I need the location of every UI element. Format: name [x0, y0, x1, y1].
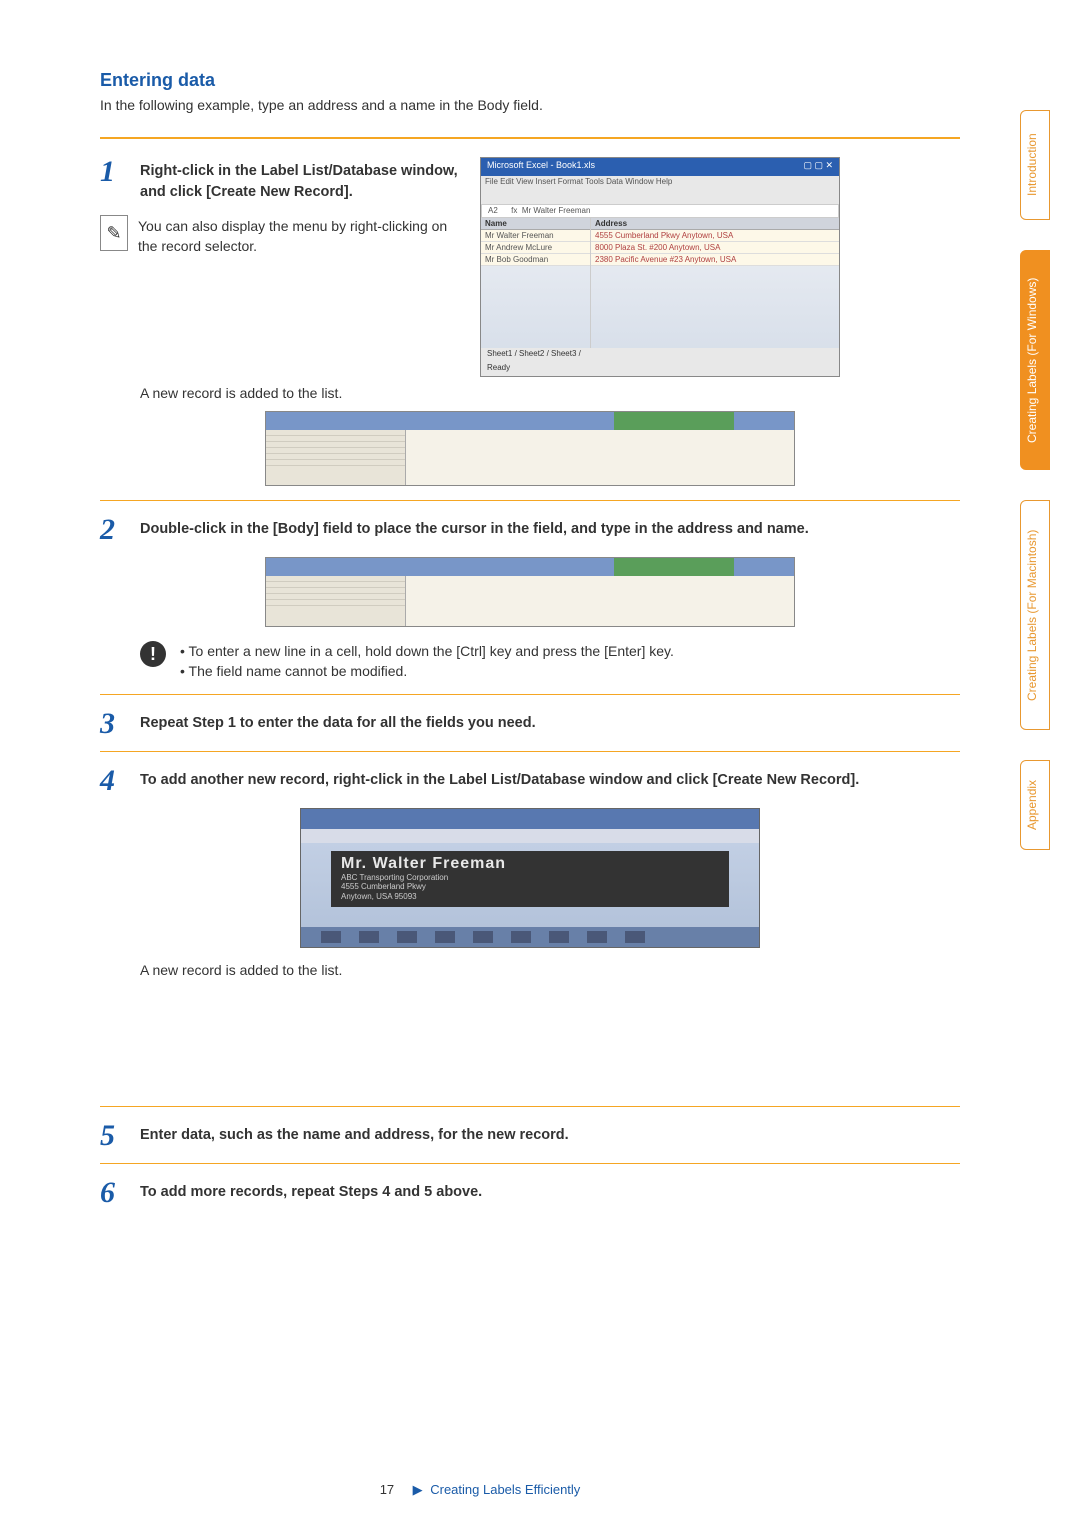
- excel-toolbar: [481, 190, 839, 204]
- excel-formula-value: Mr Walter Freeman: [522, 206, 591, 215]
- page-footer: 17 ▶ Creating Labels Efficiently: [0, 1482, 960, 1498]
- excel-cell: 2380 Pacific Avenue #23 Anytown, USA: [591, 254, 839, 266]
- tab-appendix[interactable]: Appendix: [1020, 760, 1050, 850]
- arrow-icon: ▶: [413, 1482, 423, 1497]
- step-6-text: To add more records, repeat Steps 4 and …: [140, 1182, 960, 1203]
- step-2-text: Double-click in the [Body] field to plac…: [140, 519, 960, 540]
- excel-cell: Mr Walter Freeman: [481, 230, 590, 242]
- excel-header-a: Name: [481, 218, 590, 230]
- step-4: 4 To add another new record, right-click…: [100, 766, 960, 796]
- footer-link[interactable]: Creating Labels Efficiently: [430, 1482, 580, 1497]
- divider: [100, 694, 960, 695]
- step-number: 1: [100, 157, 130, 187]
- excel-cell: 4555 Cumberland Pkwy Anytown, USA: [591, 230, 839, 242]
- step-2: 2 Double-click in the [Body] field to pl…: [100, 515, 960, 545]
- step-number: 3: [100, 709, 130, 739]
- warning-line-2: • The field name cannot be modified.: [180, 661, 674, 681]
- database-screenshot-1: [265, 411, 795, 486]
- divider: [100, 1106, 960, 1107]
- divider: [100, 751, 960, 752]
- excel-cell-ref: A2: [488, 206, 498, 215]
- step-3: 3 Repeat Step 1 to enter the data for al…: [100, 709, 960, 739]
- step-1: 1 Right-click in the Label List/Database…: [100, 157, 460, 203]
- label-preview-line: Anytown, USA 95093: [341, 892, 719, 902]
- label-preview-line: ABC Transporting Corporation: [341, 873, 719, 883]
- step-1-text: Right-click in the Label List/Database w…: [140, 161, 460, 203]
- excel-cell: Mr Bob Goodman: [481, 254, 590, 266]
- label-preview-name: Mr. Walter Freeman: [341, 855, 719, 873]
- step-1-after: A new record is added to the list.: [140, 385, 960, 401]
- tab-creating-labels-macintosh[interactable]: Creating Labels (For Macintosh): [1020, 500, 1050, 730]
- step-number: 5: [100, 1121, 130, 1151]
- label-editor-screenshot: Mr. Walter Freeman ABC Transporting Corp…: [300, 808, 760, 948]
- divider: [100, 500, 960, 501]
- excel-cell: Mr Andrew McLure: [481, 242, 590, 254]
- excel-status: Ready: [487, 363, 510, 372]
- step-4-after: A new record is added to the list.: [140, 962, 960, 978]
- label-preview-line: 4555 Cumberland Pkwy: [341, 882, 719, 892]
- excel-cell: 8000 Plaza St. #200 Anytown, USA: [591, 242, 839, 254]
- note-text: You can also display the menu by right-c…: [138, 215, 460, 256]
- intro-text: In the following example, type an addres…: [100, 97, 960, 113]
- tab-creating-labels-windows[interactable]: Creating Labels (For Windows): [1020, 250, 1050, 470]
- step-number: 4: [100, 766, 130, 796]
- section-title: Entering data: [100, 70, 960, 91]
- step-4-text: To add another new record, right-click i…: [140, 770, 960, 791]
- excel-menu: File Edit View Insert Format Tools Data …: [481, 176, 839, 190]
- step-6: 6 To add more records, repeat Steps 4 an…: [100, 1178, 960, 1208]
- database-screenshot-2: [265, 557, 795, 627]
- step-number: 2: [100, 515, 130, 545]
- step-1-row: 1 Right-click in the Label List/Database…: [100, 157, 960, 377]
- warning-box: ! • To enter a new line in a cell, hold …: [140, 641, 960, 682]
- excel-screenshot: Microsoft Excel - Book1.xls ▢ ▢ ✕ File E…: [480, 157, 840, 377]
- warning-icon: !: [140, 641, 166, 667]
- step-5: 5 Enter data, such as the name and addre…: [100, 1121, 960, 1151]
- step-3-text: Repeat Step 1 to enter the data for all …: [140, 713, 960, 734]
- window-controls-icon: ▢ ▢ ✕: [803, 160, 833, 174]
- page-content: Entering data In the following example, …: [0, 0, 1080, 1260]
- side-nav-tabs: Introduction Creating Labels (For Window…: [1020, 110, 1050, 850]
- memo-icon: ✎: [100, 215, 128, 251]
- divider: [100, 137, 960, 139]
- step-5-text: Enter data, such as the name and address…: [140, 1125, 960, 1146]
- divider: [100, 1163, 960, 1164]
- excel-header-b: Address: [591, 218, 839, 230]
- step-number: 6: [100, 1178, 130, 1208]
- excel-sheet-tabs: Sheet1 / Sheet2 / Sheet3 /: [487, 349, 581, 358]
- excel-title: Microsoft Excel - Book1.xls: [487, 160, 595, 174]
- note-box: ✎ You can also display the menu by right…: [100, 215, 460, 256]
- tab-introduction[interactable]: Introduction: [1020, 110, 1050, 220]
- warning-line-1: • To enter a new line in a cell, hold do…: [180, 641, 674, 661]
- page-number: 17: [380, 1482, 394, 1497]
